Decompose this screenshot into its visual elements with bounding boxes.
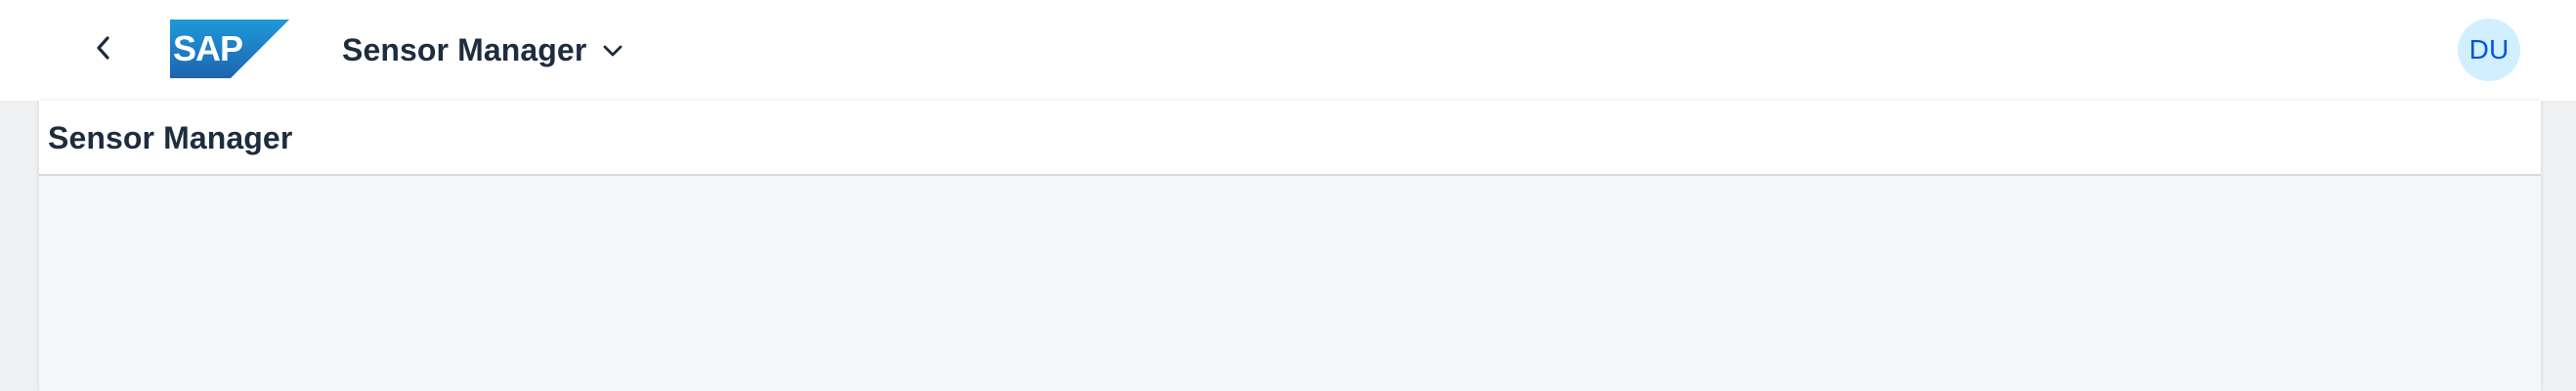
shell-bar: SAP Sensor Manager DU	[0, 0, 2576, 101]
back-button[interactable]	[82, 23, 125, 76]
user-avatar[interactable]: DU	[2458, 19, 2520, 81]
app-title: Sensor Manager	[342, 31, 587, 67]
chevron-down-icon	[600, 38, 625, 64]
sap-logo: SAP	[170, 20, 289, 78]
chevron-left-icon	[95, 35, 112, 65]
app-title-menu-button[interactable]: Sensor Manager	[342, 23, 625, 76]
main-content-area: Sensor Manager	[0, 101, 2576, 391]
sensor-manager-page: Sensor Manager	[39, 101, 2541, 391]
page-header: Sensor Manager	[39, 101, 2541, 176]
page-body	[39, 176, 2541, 391]
sap-logo-text: SAP	[173, 28, 242, 68]
page-title: Sensor Manager	[48, 120, 293, 155]
application-window: SAP Sensor Manager DU Sensor Manager	[0, 0, 2576, 391]
